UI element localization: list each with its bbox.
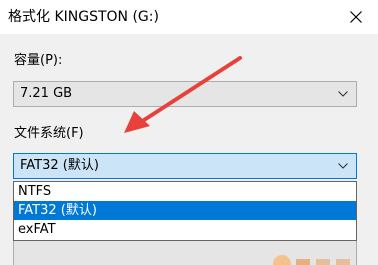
watermark-logo <box>268 248 378 265</box>
capacity-value: 7.21 GB <box>20 86 73 101</box>
filesystem-value: FAT32 (默认) <box>20 158 99 173</box>
filesystem-option-ntfs[interactable]: NTFS <box>14 182 356 201</box>
chevron-down-icon <box>338 91 348 97</box>
window-title: 格式化 KINGSTON (G:) <box>8 9 159 25</box>
close-button[interactable] <box>334 0 378 34</box>
capacity-label: 容量(P): <box>14 53 63 68</box>
close-icon <box>350 11 362 23</box>
filesystem-select[interactable]: FAT32 (默认) <box>13 153 357 179</box>
filesystem-option-fat32[interactable]: FAT32 (默认) <box>14 201 356 220</box>
filesystem-label: 文件系统(F) <box>14 126 84 141</box>
capacity-select[interactable]: 7.21 GB <box>13 81 357 107</box>
chevron-down-icon <box>338 163 348 169</box>
filesystem-dropdown-list: NTFS FAT32 (默认) exFAT <box>13 181 357 241</box>
title-bar: 格式化 KINGSTON (G:) <box>0 0 378 34</box>
filesystem-option-exfat[interactable]: exFAT <box>14 220 356 239</box>
